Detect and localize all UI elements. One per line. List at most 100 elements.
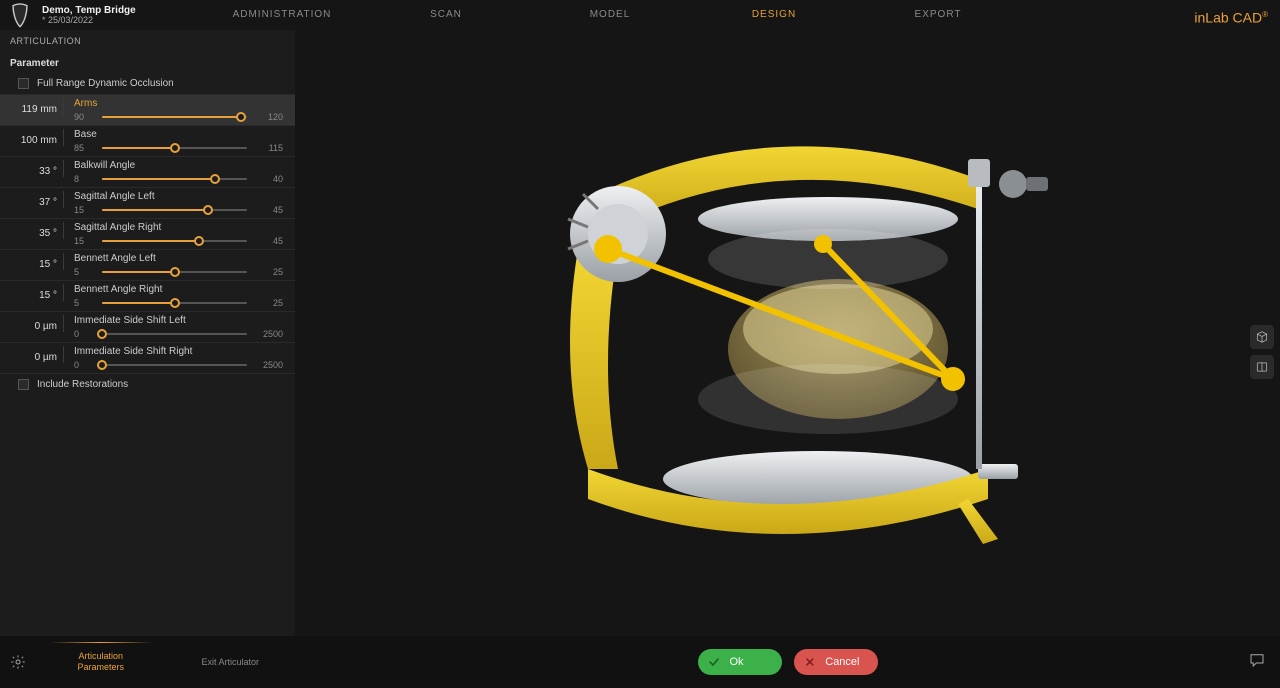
param-arms[interactable]: 119 mmArms90120 — [0, 94, 295, 125]
cube-icon — [1255, 330, 1269, 344]
slider-min: 5 — [74, 298, 96, 308]
slider-max: 25 — [253, 267, 283, 277]
nav-scan[interactable]: SCAN — [364, 0, 528, 30]
param-value: 33 ° — [8, 160, 64, 177]
checkbox-icon — [18, 78, 29, 89]
param-immediate-side-shift-left[interactable]: 0 µm Immediate Side Shift Left 0 2500 — [0, 311, 295, 342]
param-sagittal-angle-right[interactable]: 35 °Sagittal Angle Right1545 — [0, 218, 295, 249]
nav-administration[interactable]: ADMINISTRATION — [200, 0, 364, 30]
feedback-button[interactable] — [1248, 651, 1266, 674]
panel-icon — [1255, 360, 1269, 374]
slider-max: 40 — [253, 174, 283, 184]
slider-min: 90 — [74, 112, 96, 122]
param-value: 100 mm — [8, 129, 64, 146]
param-value: 119 mm — [8, 98, 64, 115]
viewport-3d[interactable] — [295, 30, 1280, 636]
param-label: Sagittal Angle Right — [74, 222, 283, 233]
nav-design[interactable]: DESIGN — [692, 0, 856, 30]
include-restorations-toggle[interactable]: Include Restorations — [0, 373, 295, 395]
param-sagittal-angle-left[interactable]: 37 ° Sagittal Angle Left 15 45 — [0, 187, 295, 218]
checkbox-label: Full Range Dynamic Occlusion — [37, 78, 174, 89]
param-value: 35 ° — [8, 222, 64, 239]
param-label: Balkwill Angle — [74, 160, 283, 171]
param-value: 0 µm — [8, 346, 64, 363]
nav-export[interactable]: EXPORT — [856, 0, 1020, 30]
sidebar-title: ARTICULATION — [0, 30, 295, 52]
slider-max: 25 — [253, 298, 283, 308]
param-label: Bennett Angle Left — [74, 253, 283, 264]
slider-max: 2500 — [253, 360, 283, 370]
slider-thumb-icon[interactable] — [203, 205, 213, 215]
gear-icon — [10, 654, 26, 670]
slider-thumb-icon[interactable] — [170, 267, 180, 277]
action-bar: Ok Cancel — [295, 636, 1280, 688]
slider-max: 2500 — [253, 329, 283, 339]
slider[interactable] — [102, 267, 247, 277]
slider-min: 5 — [74, 267, 96, 277]
button-label: Ok — [730, 656, 744, 668]
articulator-render — [528, 69, 1048, 549]
slider-thumb-icon[interactable] — [236, 112, 246, 122]
check-icon — [708, 656, 720, 668]
case-name: Demo, Temp Bridge — [42, 5, 136, 16]
slider-thumb-icon[interactable] — [210, 174, 220, 184]
full-range-occlusion-toggle[interactable]: Full Range Dynamic Occlusion — [0, 73, 295, 94]
cancel-button[interactable]: Cancel — [794, 649, 878, 675]
slider-max: 45 — [253, 236, 283, 246]
case-info: Demo, Temp Bridge * 25/03/2022 — [42, 5, 136, 26]
slider-min: 15 — [74, 205, 96, 215]
slider-max: 45 — [253, 205, 283, 215]
checkbox-label: Include Restorations — [37, 379, 128, 390]
slider[interactable] — [102, 205, 247, 215]
slider-min: 85 — [74, 143, 96, 153]
slider[interactable] — [102, 360, 247, 370]
slider[interactable] — [102, 112, 247, 122]
nav-model[interactable]: MODEL — [528, 0, 692, 30]
param-value: 37 ° — [8, 191, 64, 208]
param-value: 15 ° — [8, 284, 64, 301]
param-label: Immediate Side Shift Left — [74, 315, 283, 326]
slider[interactable] — [102, 143, 247, 153]
param-label: Sagittal Angle Left — [74, 191, 283, 202]
top-bar: Demo, Temp Bridge * 25/03/2022 ADMINISTR… — [0, 0, 1280, 30]
slider[interactable] — [102, 329, 247, 339]
slider[interactable] — [102, 236, 247, 246]
param-bennett-angle-left[interactable]: 15 °Bennett Angle Left525 — [0, 249, 295, 280]
settings-button[interactable] — [0, 636, 36, 688]
sidebar-subtitle: Parameter — [0, 52, 295, 73]
slider-min: 0 — [74, 360, 96, 370]
slider-min: 8 — [74, 174, 96, 184]
slider-max: 115 — [253, 143, 283, 153]
param-label: Bennett Angle Right — [74, 284, 283, 295]
param-label: Base — [74, 129, 283, 140]
ok-button[interactable]: Ok — [698, 649, 782, 675]
tab-exit-articulator[interactable]: Exit Articulator — [166, 636, 296, 688]
right-toolbar — [1250, 325, 1274, 379]
slider-min: 0 — [74, 329, 96, 339]
param-base[interactable]: 100 mm Base 85 115 — [0, 125, 295, 156]
close-icon — [804, 656, 816, 668]
tab-articulation-parameters[interactable]: ArticulationParameters — [36, 636, 166, 688]
checkbox-icon — [18, 379, 29, 390]
slider-thumb-icon[interactable] — [170, 298, 180, 308]
tab-label: ArticulationParameters — [77, 651, 124, 673]
workflow-nav: ADMINISTRATIONSCANMODELDESIGNEXPORT — [200, 0, 1020, 30]
slider[interactable] — [102, 298, 247, 308]
view-cube-button[interactable] — [1250, 325, 1274, 349]
app-logo-icon — [6, 1, 34, 29]
param-value: 0 µm — [8, 315, 64, 332]
param-balkwill-angle[interactable]: 33 ° Balkwill Angle 8 40 — [0, 156, 295, 187]
slider-thumb-icon[interactable] — [170, 143, 180, 153]
chat-icon — [1248, 651, 1266, 669]
slider-thumb-icon[interactable] — [194, 236, 204, 246]
slider-max: 120 — [253, 112, 283, 122]
view-panel-button[interactable] — [1250, 355, 1274, 379]
sidebar: ARTICULATION Parameter Full Range Dynami… — [0, 30, 295, 636]
brand-label: inLab CAD® — [1194, 0, 1268, 30]
slider-thumb-icon[interactable] — [97, 329, 107, 339]
slider[interactable] — [102, 174, 247, 184]
slider-thumb-icon[interactable] — [97, 360, 107, 370]
param-bennett-angle-right[interactable]: 15 ° Bennett Angle Right 5 25 — [0, 280, 295, 311]
param-label: Immediate Side Shift Right — [74, 346, 283, 357]
param-immediate-side-shift-right[interactable]: 0 µm Immediate Side Shift Right 0 2500 — [0, 342, 295, 373]
